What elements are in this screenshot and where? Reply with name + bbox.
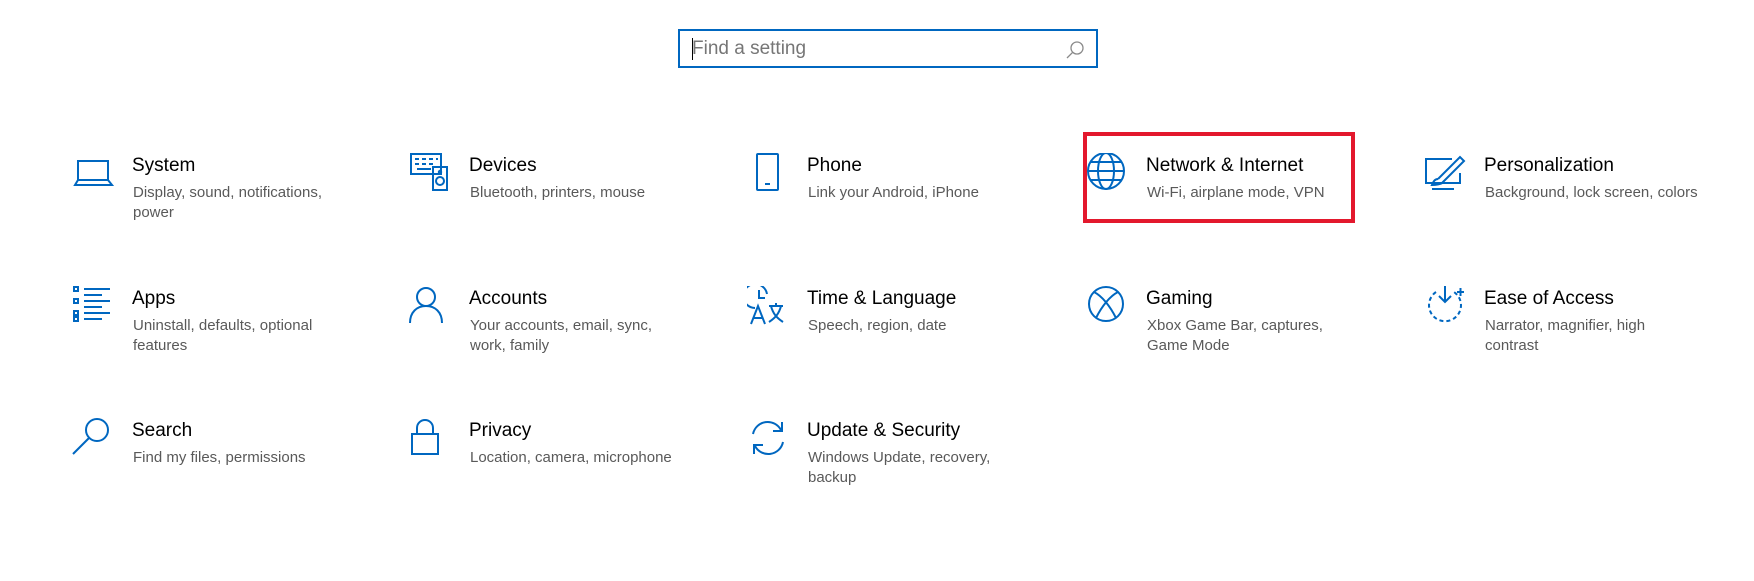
globe-icon bbox=[1086, 153, 1130, 197]
category-ease-of-access[interactable]: Ease of Access Narrator, magnifier, high… bbox=[1422, 286, 1722, 386]
category-description: Wi-Fi, airplane mode, VPN bbox=[1147, 184, 1325, 201]
category-title: Time & Language bbox=[807, 288, 957, 309]
category-description: Speech, region, date bbox=[808, 317, 947, 334]
category-description: Find my files, permissions bbox=[133, 449, 306, 466]
sync-icon bbox=[747, 418, 791, 462]
category-description: Xbox Game Bar, captures, Game Mode bbox=[1147, 317, 1323, 354]
apps-list-icon bbox=[72, 286, 116, 330]
paintbrush-icon bbox=[1424, 153, 1468, 197]
category-description: Location, camera, microphone bbox=[470, 449, 672, 466]
category-title: Phone bbox=[807, 155, 862, 176]
category-description: Bluetooth, printers, mouse bbox=[470, 184, 646, 201]
category-personalization[interactable]: Personalization Background, lock screen,… bbox=[1422, 153, 1722, 253]
category-title: Privacy bbox=[469, 420, 532, 441]
category-description: Link your Android, iPhone bbox=[808, 184, 979, 201]
category-description: Windows Update, recovery, backup bbox=[808, 449, 991, 486]
person-icon bbox=[409, 286, 453, 330]
phone-icon bbox=[747, 153, 791, 197]
ease-of-access-icon bbox=[1424, 286, 1468, 330]
devices-icon bbox=[409, 153, 453, 197]
category-title: Devices bbox=[469, 155, 537, 176]
settings-categories-grid: System Display, sound, notifications, po… bbox=[0, 0, 1754, 581]
category-description: Narrator, magnifier, high contrast bbox=[1485, 317, 1646, 354]
category-privacy[interactable]: Privacy Location, camera, microphone bbox=[407, 418, 707, 518]
category-update-security[interactable]: Update & Security Windows Update, recove… bbox=[745, 418, 1045, 518]
category-title: Personalization bbox=[1484, 155, 1614, 176]
time-language-icon bbox=[747, 286, 791, 330]
category-title: Apps bbox=[132, 288, 176, 309]
category-network-internet[interactable]: Network & Internet Wi-Fi, airplane mode,… bbox=[1084, 153, 1384, 253]
category-system[interactable]: System Display, sound, notifications, po… bbox=[70, 153, 370, 253]
category-devices[interactable]: Devices Bluetooth, printers, mouse bbox=[407, 153, 707, 253]
category-title: Network & Internet bbox=[1146, 155, 1304, 176]
category-title: Gaming bbox=[1146, 288, 1213, 309]
category-apps[interactable]: Apps Uninstall, defaults, optional featu… bbox=[70, 286, 370, 386]
magnifier-icon bbox=[72, 418, 116, 462]
category-search[interactable]: Search Find my files, permissions bbox=[70, 418, 370, 518]
category-title: System bbox=[132, 155, 196, 176]
category-gaming[interactable]: Gaming Xbox Game Bar, captures, Game Mod… bbox=[1084, 286, 1384, 386]
category-accounts[interactable]: Accounts Your accounts, email, sync, wor… bbox=[407, 286, 707, 386]
category-phone[interactable]: Phone Link your Android, iPhone bbox=[745, 153, 1045, 253]
category-title: Search bbox=[132, 420, 193, 441]
lock-icon bbox=[409, 418, 453, 462]
category-title: Ease of Access bbox=[1484, 288, 1614, 309]
category-description: Uninstall, defaults, optional features bbox=[133, 317, 313, 354]
category-time-language[interactable]: Time & Language Speech, region, date bbox=[745, 286, 1045, 386]
category-title: Accounts bbox=[469, 288, 548, 309]
category-title: Update & Security bbox=[807, 420, 961, 441]
category-description: Background, lock screen, colors bbox=[1485, 184, 1698, 201]
laptop-icon bbox=[72, 153, 116, 197]
category-description: Your accounts, email, sync, work, family bbox=[470, 317, 653, 354]
xbox-icon bbox=[1086, 286, 1130, 330]
category-description: Display, sound, notifications, power bbox=[133, 184, 322, 221]
